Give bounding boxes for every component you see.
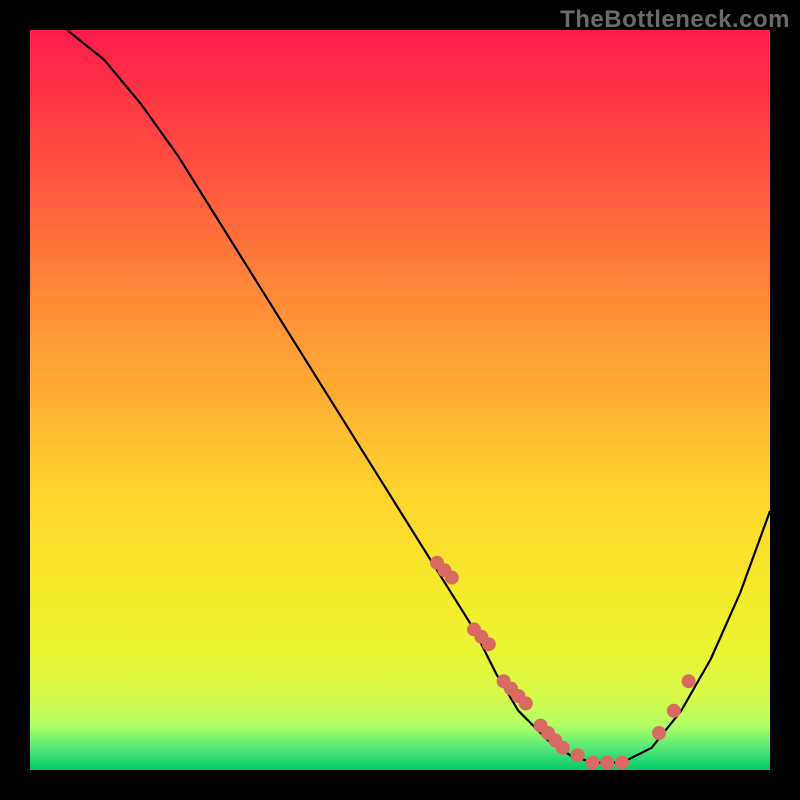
- highlight-dots: [430, 556, 696, 770]
- highlight-dot: [519, 696, 533, 710]
- highlight-dot: [682, 674, 696, 688]
- highlight-dot: [585, 756, 599, 770]
- highlight-dot: [652, 726, 666, 740]
- highlight-dot: [667, 704, 681, 718]
- bottleneck-curve: [67, 30, 770, 763]
- highlight-dot: [615, 756, 629, 770]
- highlight-dot: [482, 637, 496, 651]
- highlight-dot: [571, 748, 585, 762]
- chart-svg: [30, 30, 770, 770]
- highlight-dot: [445, 571, 459, 585]
- highlight-dot: [600, 756, 614, 770]
- plot-area: [30, 30, 770, 770]
- highlight-dot: [556, 741, 570, 755]
